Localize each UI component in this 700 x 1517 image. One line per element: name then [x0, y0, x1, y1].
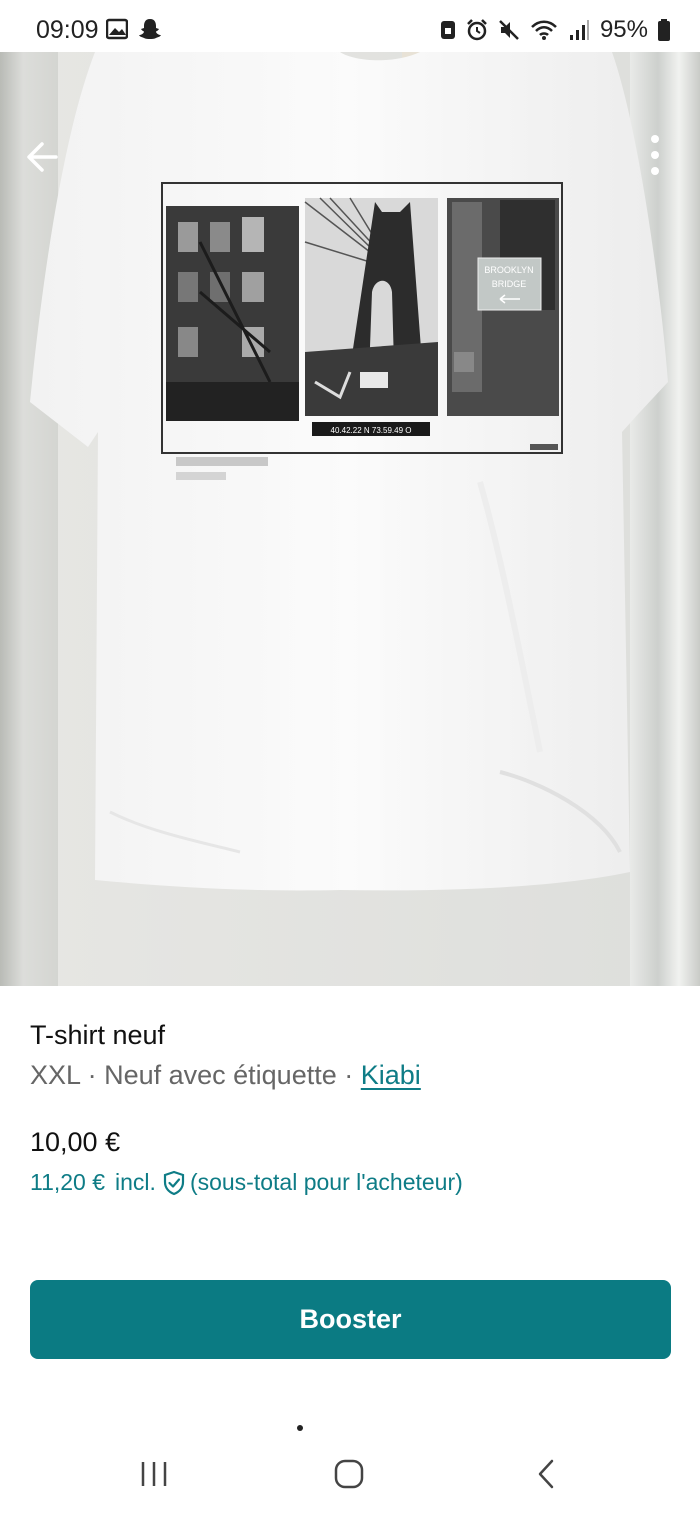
battery-level: 95%: [599, 16, 648, 43]
status-bar: 09:09 95%: [0, 0, 700, 52]
battery-icon: [658, 19, 670, 41]
item-title: T-shirt neuf: [30, 1020, 166, 1050]
signal-icon: [569, 20, 589, 40]
recent-apps-icon: [141, 1462, 167, 1486]
tshirt-photo: BROOKLYN BRIDGE 40.42.22 N 73.59.49 O: [30, 52, 668, 891]
buyer-price-row[interactable]: 11,20 € incl. (sous-total pour l'acheteu…: [30, 1169, 463, 1196]
product-image-carousel[interactable]: BROOKLYN BRIDGE 40.42.22 N 73.59.49 O: [0, 52, 700, 986]
brand-link[interactable]: Kiabi: [361, 1060, 421, 1090]
wifi-icon: [531, 20, 557, 40]
item-price: 10,00 €: [30, 1127, 121, 1157]
recent-apps-button[interactable]: [124, 1454, 184, 1494]
system-nav-bar: [0, 1432, 700, 1517]
print-caption: 40.42.22 N 73.59.49 O: [331, 426, 412, 435]
buyer-price: 11,20 €: [30, 1169, 106, 1195]
meta-separator: ·: [344, 1060, 354, 1090]
buyer-subtotal-note: (sous-total pour l'acheteur): [189, 1169, 463, 1195]
back-arrow-icon[interactable]: [22, 136, 64, 178]
incl-label: incl.: [115, 1169, 156, 1195]
home-button[interactable]: [319, 1454, 379, 1494]
scroll-indicator: [297, 1425, 303, 1431]
print-sign-line1: BROOKLYN: [484, 265, 533, 275]
meta-separator: ·: [87, 1060, 97, 1090]
item-meta: XXL · Neuf avec étiquette · Kiabi: [30, 1060, 421, 1091]
booster-button[interactable]: Booster: [30, 1280, 671, 1359]
status-time: 09:09: [36, 16, 99, 44]
buyer-protection-shield-icon[interactable]: [162, 1170, 186, 1196]
item-condition: Neuf avec étiquette: [104, 1060, 337, 1090]
system-back-button[interactable]: [516, 1454, 576, 1494]
mute-icon: [499, 20, 519, 40]
kebab-menu-icon[interactable]: [640, 132, 670, 178]
chevron-left-icon: [538, 1459, 554, 1489]
lock-icon: [440, 21, 455, 39]
home-icon: [334, 1459, 364, 1489]
gallery-icon: [106, 18, 128, 40]
print-sign-line2: BRIDGE: [492, 279, 527, 289]
snapchat-icon: [139, 19, 161, 39]
item-size: XXL: [30, 1060, 81, 1090]
alarm-icon: [467, 19, 487, 41]
